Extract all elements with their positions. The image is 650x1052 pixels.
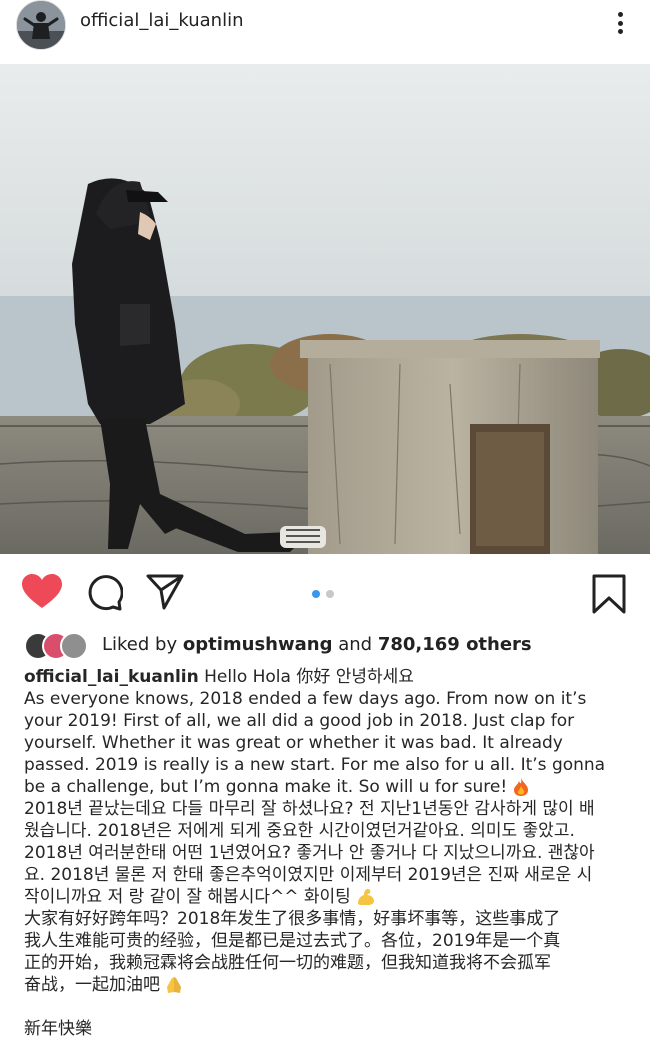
carousel-indicator	[312, 590, 334, 598]
caption-line: 2018년 끝났는데요 다들 마무리 잘 하셨나요? 전 지난1년동안 감사하게…	[24, 799, 595, 819]
more-dots-icon[interactable]	[610, 12, 630, 34]
carousel-dot-active[interactable]	[312, 590, 320, 598]
caption-line-text: 奋战，一起加油吧	[24, 975, 160, 995]
post-caption: official_lai_kuanlin Hello Hola 你好 안녕하세요…	[24, 666, 634, 1040]
photo-scene	[0, 64, 650, 554]
caption-line: As everyone knows, 2018 ended a few days…	[24, 689, 587, 709]
bookmark-icon[interactable]	[592, 574, 626, 614]
post-username[interactable]: official_lai_kuanlin	[80, 10, 244, 31]
caption-username[interactable]: official_lai_kuanlin	[24, 667, 199, 687]
likes-joiner: and	[338, 634, 373, 655]
caption-first-line: official_lai_kuanlin Hello Hola 你好 안녕하세요	[24, 666, 634, 688]
avatar	[60, 632, 88, 660]
caption-line: yourself. Whether it was great or whethe…	[24, 733, 563, 753]
caption-line: 요. 2018년 물론 저 한태 좋은추억이였지만 이제부터 2019년은 진짜…	[24, 865, 593, 885]
caption-line: 웠습니다. 2018년은 저에게 되게 중요한 시간이였던거같아요. 의미도 좋…	[24, 821, 575, 841]
caption-closing: 新年快樂	[24, 1019, 92, 1039]
action-bar	[0, 562, 650, 622]
caption-line: your 2019! First of all, we all did a go…	[24, 711, 575, 731]
caption-line: 奋战，一起加油吧	[24, 974, 634, 996]
likes-prefix: Liked by	[102, 634, 178, 655]
caption-line-text: 작이니까요 저 랑 같이 잘 해봅시다^^ 화이팅	[24, 887, 351, 907]
carousel-dot[interactable]	[326, 590, 334, 598]
post-header: official_lai_kuanlin	[0, 0, 650, 64]
caption-line: 작이니까요 저 랑 같이 잘 해봅시다^^ 화이팅	[24, 886, 634, 908]
caption-greeting: Hello Hola 你好 안녕하세요	[204, 667, 414, 687]
avatar[interactable]	[16, 0, 66, 50]
post-photo[interactable]	[0, 64, 650, 554]
avatar-image	[17, 1, 65, 49]
likes-row: Liked by optimushwang and 780,169 others	[24, 630, 634, 662]
caption-line: be a challenge, but I’m gonna make it. S…	[24, 776, 634, 798]
instagram-post: official_lai_kuanlin Liked by optimushwa…	[0, 0, 650, 1052]
liker-avatars[interactable]	[24, 632, 94, 660]
fire-icon	[513, 778, 528, 796]
caption-line: passed. 2019 is really is a new start. F…	[24, 755, 606, 775]
caption-line: 大家有好好跨年吗？2018年发生了很多事情，好事坏事等，这些事成了	[24, 909, 561, 929]
caption-line-text: be a challenge, but I’m gonna make it. S…	[24, 777, 508, 797]
heart-filled-icon[interactable]	[22, 574, 62, 610]
paper-plane-icon[interactable]	[146, 574, 184, 610]
flexed-biceps-icon	[358, 889, 375, 905]
likes-count[interactable]: 780,169 others	[378, 634, 532, 655]
liker-username[interactable]: optimushwang	[183, 634, 333, 655]
caption-line: 正的开始，我赖冠霖将会战胜任何一切的难题，但我知道我将不会孤军	[24, 953, 551, 973]
comment-icon[interactable]	[85, 574, 123, 612]
folded-hands-icon	[167, 977, 182, 993]
caption-line: 我人生难能可贵的经验，但是都已是过去式了。各位，2019年是一个真	[24, 931, 561, 951]
caption-line: 2018년 여러분한태 어떤 1년였어요? 좋거나 안 좋거나 다 지났으니까요…	[24, 843, 595, 863]
likes-text: Liked by optimushwang and 780,169 others	[102, 634, 532, 655]
